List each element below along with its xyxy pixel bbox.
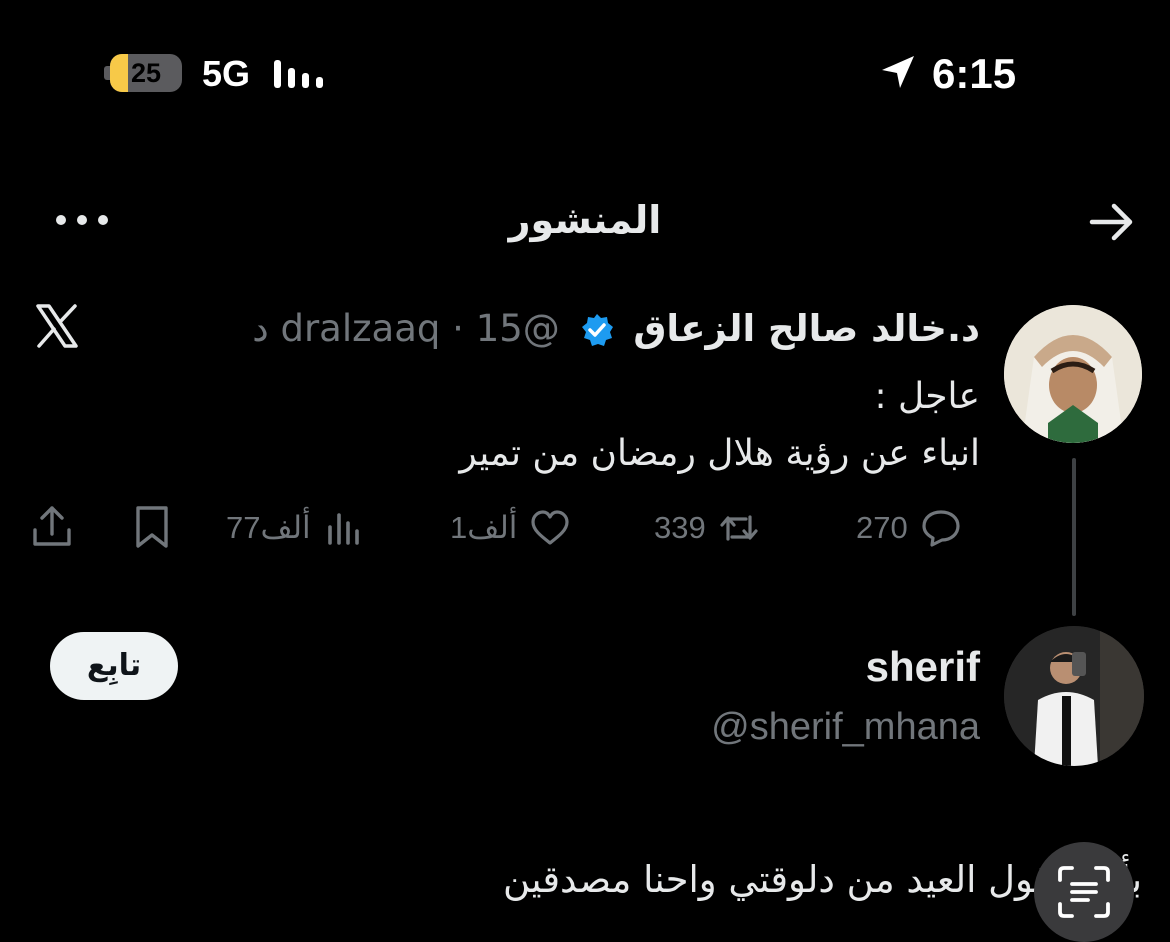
network-type: 5G: [202, 53, 251, 94]
repost-count: 339: [654, 510, 706, 545]
tweet-line: عاجل :: [874, 376, 980, 417]
author-name[interactable]: د.خالد صالح الزعاق: [633, 307, 980, 350]
reply-icon: [922, 510, 960, 547]
views-count: 77ألف: [226, 510, 311, 545]
share-icon[interactable]: [30, 504, 74, 550]
signal-icon: [274, 60, 323, 88]
reply-user-handle[interactable]: @sherif_mhana: [711, 702, 980, 752]
reply-button[interactable]: 270: [856, 502, 962, 554]
repost-button[interactable]: 339: [654, 502, 760, 554]
reply-user-avatar[interactable]: [1004, 626, 1144, 766]
reply-count: 270: [856, 510, 908, 545]
heart-icon: [531, 510, 570, 545]
author-avatar[interactable]: [1004, 305, 1142, 443]
battery-level: 25: [130, 58, 162, 88]
verified-badge-icon: [581, 314, 613, 346]
thread-connector: [1072, 458, 1076, 616]
like-button[interactable]: 1ألف: [450, 502, 571, 554]
follow-button[interactable]: تابِع: [50, 632, 178, 700]
battery-icon: 25: [110, 54, 182, 92]
location-arrow-icon: [882, 56, 914, 88]
back-arrow-icon[interactable]: [1088, 200, 1136, 244]
text-scan-icon: [1058, 866, 1110, 918]
more-icon[interactable]: [52, 208, 112, 232]
tweet-text: عاجل : انباء عن رؤية هلال رمضان من تمير: [459, 368, 980, 482]
tweet-header: د.خالد صالح الزعاق @dralzaaq · 15 د: [252, 306, 980, 352]
meta-separator: ·: [452, 307, 464, 350]
page-title: المنشور: [508, 198, 662, 242]
repost-icon: [720, 515, 758, 541]
tweet-line: انباء عن رؤية هلال رمضان من تمير: [459, 433, 980, 474]
x-logo-icon: [36, 304, 78, 348]
views-button[interactable]: 77ألف: [226, 502, 365, 554]
like-count: 1ألف: [450, 510, 518, 545]
status-time: 6:15: [932, 50, 1017, 97]
reply-user-name[interactable]: sherif: [866, 640, 980, 694]
live-text-button[interactable]: [1034, 842, 1134, 942]
bookmark-icon[interactable]: [130, 504, 174, 550]
views-icon: [327, 513, 359, 545]
